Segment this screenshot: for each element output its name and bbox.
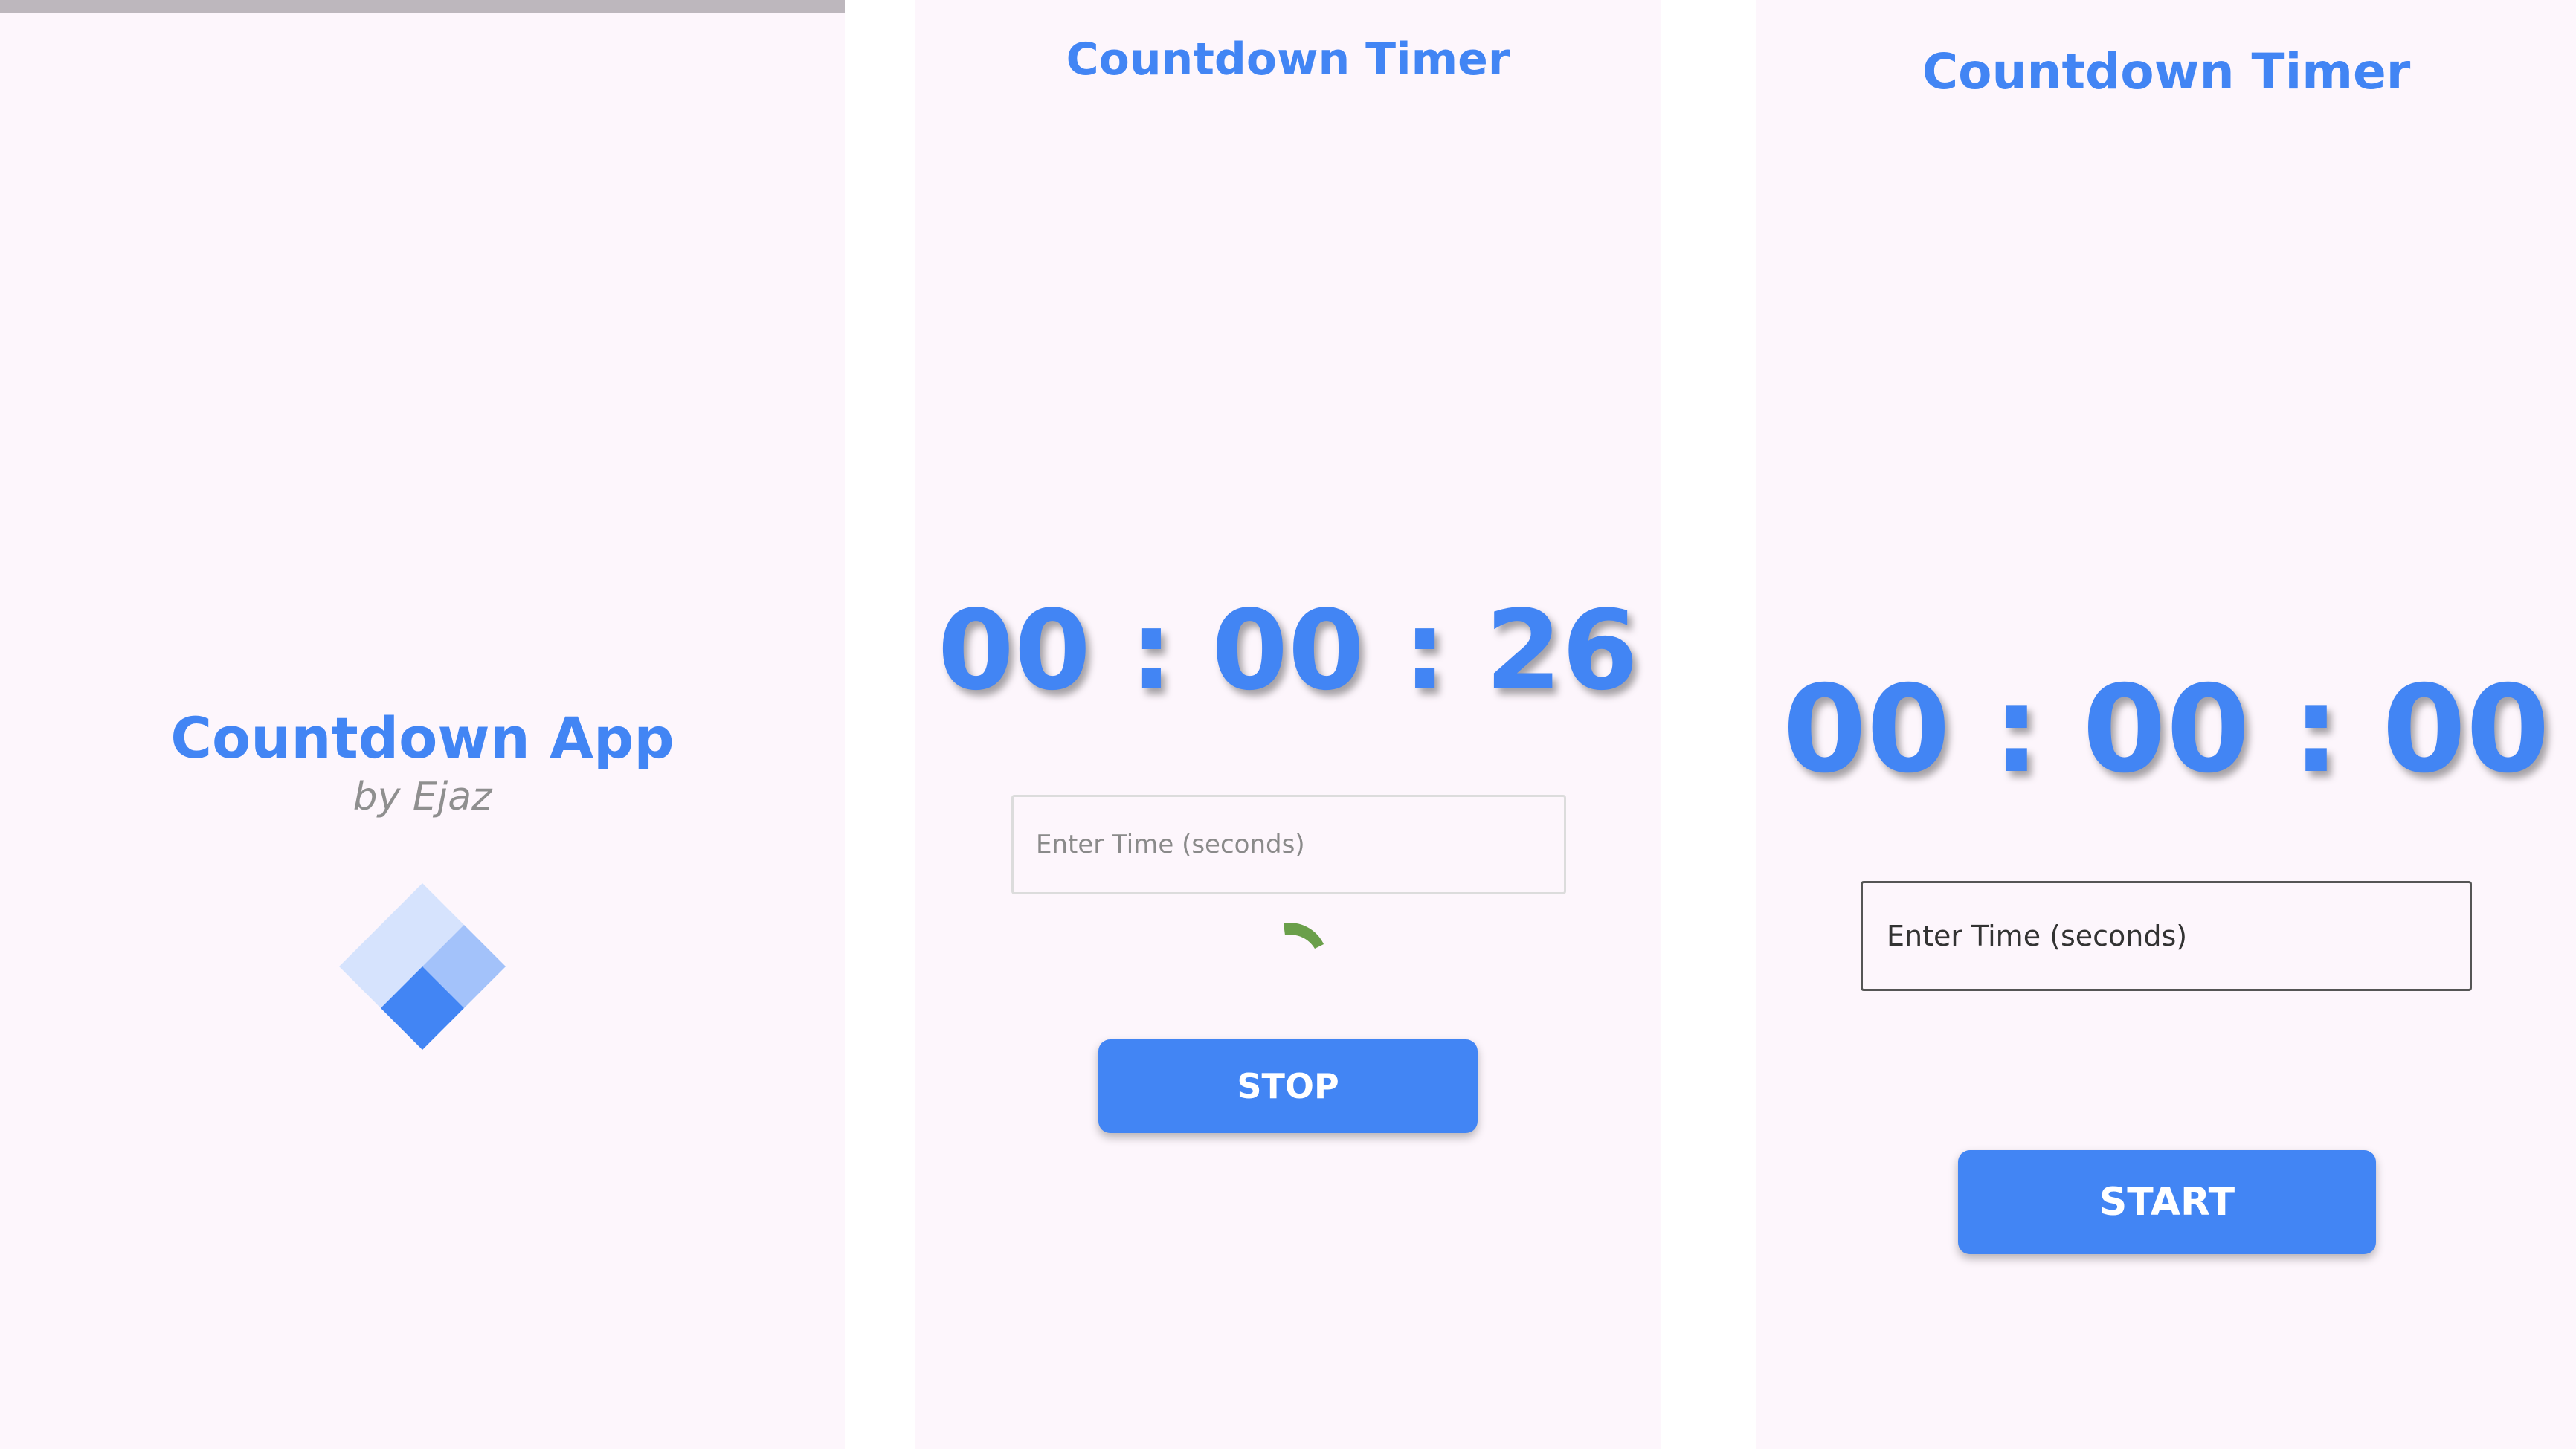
app-title: Countdown App [170, 705, 674, 771]
start-button[interactable]: START [1958, 1150, 2376, 1254]
page-title: Countdown Timer [1922, 43, 2411, 100]
app-author: by Ejaz [352, 775, 492, 819]
countdown-display: 00 : 00 : 00 [1783, 660, 2550, 800]
splash-screen: Countdown App by Ejaz [0, 0, 845, 1449]
running-timer-screen: Countdown Timer 00 : 00 : 26 STOP [915, 0, 1661, 1449]
stop-button[interactable]: STOP [1098, 1039, 1478, 1133]
time-seconds-input[interactable] [1011, 795, 1566, 894]
page-title: Countdown Timer [1066, 33, 1510, 85]
loading-spinner-icon [1284, 923, 1324, 949]
status-bar [0, 0, 845, 13]
time-seconds-input[interactable] [1861, 881, 2472, 991]
layered-diamond-logo-icon [339, 883, 506, 1050]
idle-timer-screen: Countdown Timer 00 : 00 : 00 START [1756, 0, 2576, 1449]
countdown-display: 00 : 00 : 26 [937, 587, 1639, 714]
